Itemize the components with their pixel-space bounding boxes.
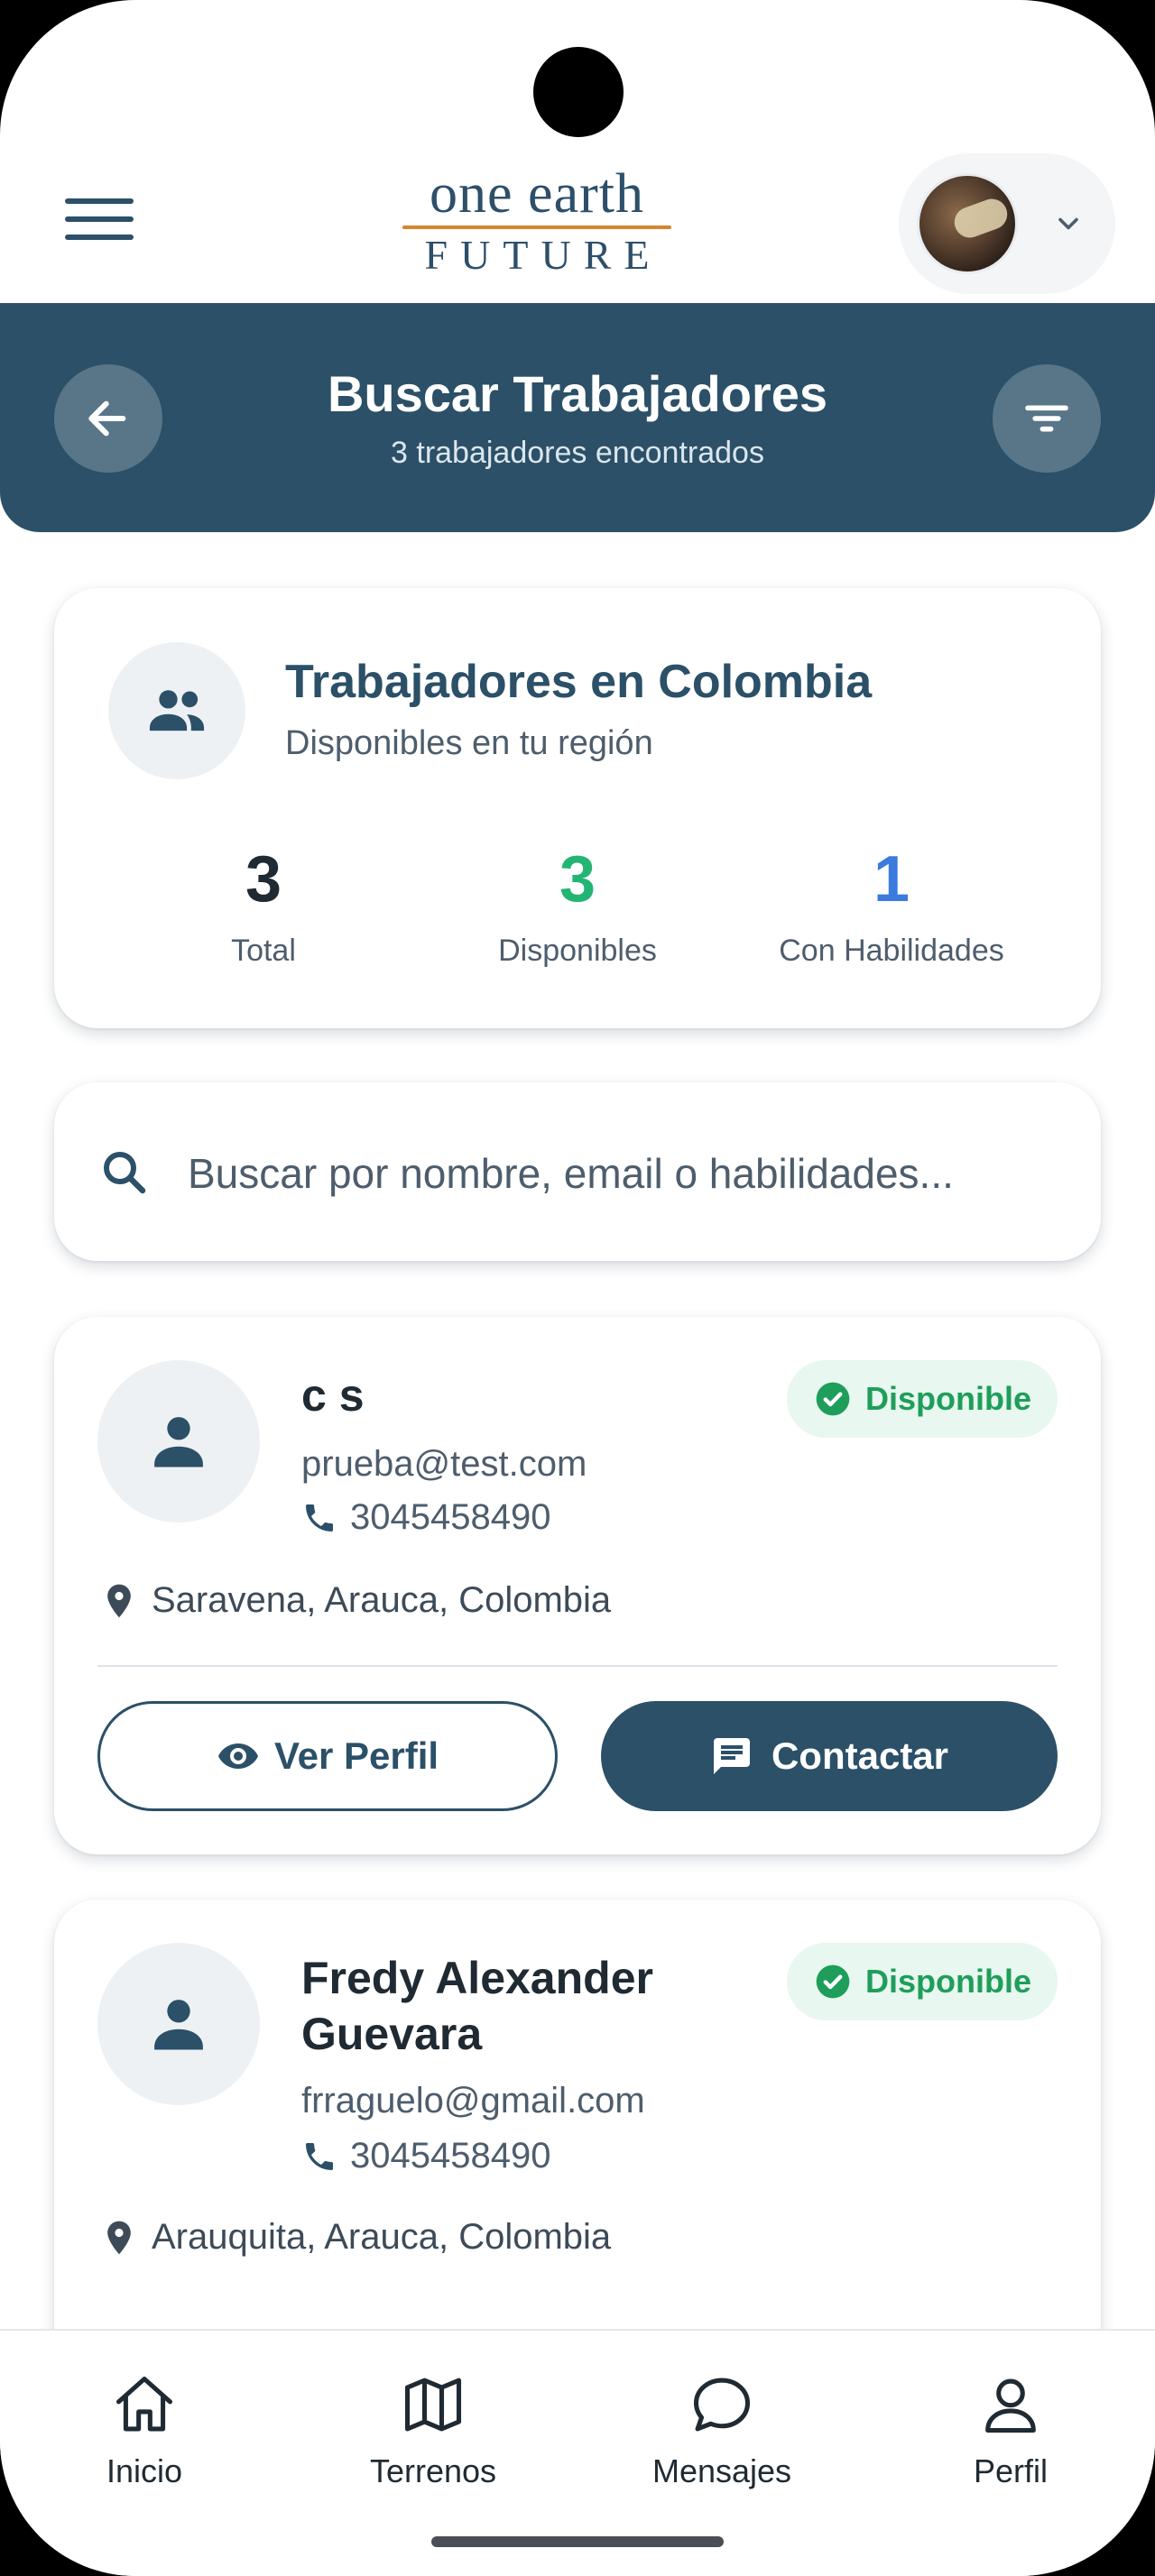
person-icon [154, 2000, 203, 2050]
worker-location-text: Arauquita, Arauca, Colombia [152, 2217, 612, 2257]
status-badge: Disponible [787, 1360, 1058, 1438]
worker-phone-number: 3045458490 [350, 2136, 551, 2176]
map-icon [404, 2378, 462, 2432]
contact-button[interactable]: Contactar [601, 1701, 1058, 1811]
logo-top-text: one earth [430, 163, 644, 225]
front-camera [533, 47, 624, 137]
user-icon [985, 2378, 1036, 2433]
stats-subtitle: Disponibles en tu región [285, 724, 653, 762]
message-icon [693, 2378, 751, 2432]
view-profile-button[interactable]: Ver Perfil [97, 1701, 558, 1811]
stats-card: Trabajadores en Colombia Disponibles en … [54, 588, 1101, 1028]
location-pin-icon [107, 2221, 131, 2254]
search-input[interactable] [186, 1129, 1056, 1218]
person-icon [154, 1417, 203, 1467]
location-pin-icon [107, 1584, 131, 1617]
status-badge-label: Disponible [864, 1963, 1031, 2000]
worker-location: Saravena, Arauca, Colombia [99, 1580, 611, 1621]
page-subtitle: 3 trabajadores encontrados [391, 436, 764, 470]
people-icon [149, 690, 205, 731]
chevron-down-icon [1058, 217, 1078, 230]
contact-label: Contactar [771, 1734, 949, 1777]
worker-location: Arauquita, Arauca, Colombia [99, 2217, 611, 2258]
check-circle-icon [816, 1382, 850, 1416]
avatar [917, 173, 1018, 274]
title-bar: Buscar Trabajadores 3 trabajadores encon… [0, 303, 1155, 532]
worker-name: c s [301, 1370, 365, 1421]
arrow-left-icon [88, 400, 126, 437]
worker-card[interactable]: c s Disponible prueba@test.com 304545849… [54, 1317, 1101, 1854]
stat-available: 3 Disponibles [415, 839, 740, 971]
profile-menu-button[interactable] [899, 153, 1115, 294]
phone-screen: one earth FUTURE Buscar Trabajadores 3 t… [0, 0, 1155, 2576]
home-icon [116, 2376, 173, 2432]
phone-icon [306, 2142, 333, 2170]
nav-label-mensajes: Mensajes [651, 2452, 792, 2489]
stat-total: 3 Total [101, 839, 426, 971]
stat-skills: 1 Con Habilidades [729, 839, 1054, 971]
stat-available-value: 3 [559, 843, 596, 915]
search-box [54, 1082, 1101, 1261]
nav-item-mensajes[interactable]: Mensajes [632, 2370, 812, 2491]
status-badge-label: Disponible [864, 1380, 1031, 1417]
stat-available-label: Disponibles [498, 934, 657, 968]
title-block: Buscar Trabajadores 3 trabajadores encon… [271, 363, 884, 474]
worker-phone-number: 3045458490 [350, 1497, 551, 1537]
nav-item-terrenos[interactable]: Terrenos [343, 2370, 523, 2491]
brand-logo[interactable]: one earth FUTURE [397, 162, 677, 289]
status-badge: Disponible [787, 1943, 1058, 2020]
home-indicator[interactable] [431, 2536, 724, 2547]
worker-phone: 3045458490 [301, 1497, 550, 1538]
worker-name: Fredy Alexander Guevara [301, 1953, 653, 2059]
worker-avatar [97, 1360, 260, 1523]
back-button[interactable] [54, 364, 162, 473]
worker-email: prueba@test.com [301, 1444, 587, 1484]
logo-bottom-text: FUTURE [424, 232, 662, 278]
stats-icon-circle [108, 642, 245, 779]
filter-button[interactable] [993, 364, 1101, 473]
worker-email: frraguelo@gmail.com [301, 2081, 645, 2121]
menu-icon [65, 198, 134, 204]
chat-icon [713, 1738, 750, 1774]
phone-icon [306, 1504, 333, 1532]
worker-phone: 3045458490 [301, 2136, 550, 2176]
card-divider [97, 1665, 1058, 1667]
worker-avatar [97, 1943, 260, 2105]
nav-label-home: Inicio [106, 2452, 183, 2489]
stat-skills-value: 1 [873, 843, 910, 915]
filter-icon [1025, 405, 1068, 432]
worker-location-text: Saravena, Arauca, Colombia [152, 1580, 612, 1620]
nav-item-home[interactable]: Inicio [54, 2370, 235, 2491]
stat-total-value: 3 [245, 843, 282, 915]
search-icon [104, 1152, 146, 1194]
stats-title: Trabajadores en Colombia [285, 656, 873, 708]
check-circle-icon [816, 1964, 850, 1999]
view-profile-label: Ver Perfil [273, 1734, 439, 1777]
nav-label-perfil: Perfil [973, 2452, 1049, 2489]
nav-item-perfil[interactable]: Perfil [920, 2370, 1101, 2491]
page-title: Buscar Trabajadores [327, 365, 828, 422]
menu-button[interactable] [65, 198, 134, 249]
stat-total-label: Total [231, 934, 296, 968]
nav-label-terrenos: Terrenos [369, 2452, 497, 2489]
app-header: one earth FUTURE [0, 144, 1155, 303]
eye-icon [217, 1743, 258, 1769]
stat-skills-label: Con Habilidades [779, 934, 1004, 968]
